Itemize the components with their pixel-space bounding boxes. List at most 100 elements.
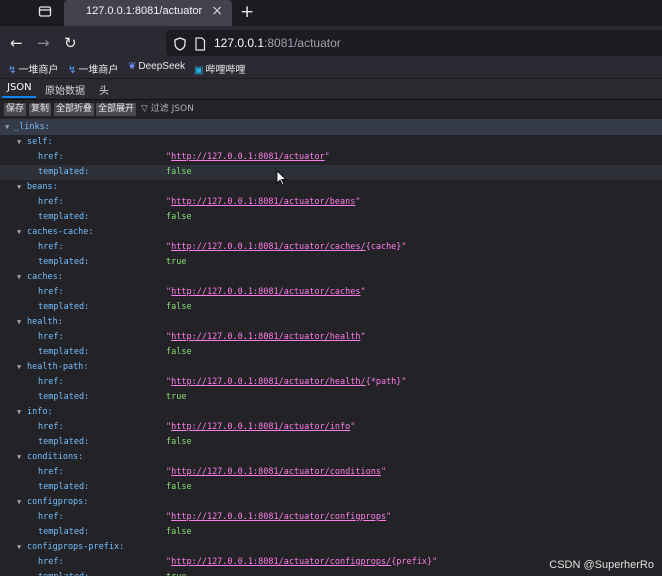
- tree-row-group[interactable]: ▼ conditions:: [0, 450, 662, 465]
- page-icon[interactable]: [194, 36, 206, 51]
- href-link[interactable]: http://127.0.0.1:8081/actuator/condition…: [171, 467, 381, 477]
- filter-json-input[interactable]: ▽ 过滤 JSON: [141, 103, 194, 116]
- json-key: configprops:: [27, 497, 89, 507]
- new-tab-icon[interactable]: +: [240, 2, 254, 22]
- url-text[interactable]: 127.0.0.1:8081/actuator: [214, 36, 341, 50]
- collapse-all-button[interactable]: 全部折叠: [54, 103, 95, 116]
- tree-row-templated[interactable]: templated: false: [0, 525, 662, 540]
- expand-toggle-icon[interactable]: ▼: [17, 405, 25, 420]
- expand-toggle-icon[interactable]: ▼: [17, 495, 25, 510]
- json-string-value[interactable]: "http://127.0.0.1:8081/actuator/info": [166, 420, 355, 435]
- tree-row-group[interactable]: ▼ caches-cache:: [0, 225, 662, 240]
- expand-toggle-icon[interactable]: ▼: [17, 270, 25, 285]
- json-key: templated:: [38, 347, 90, 357]
- json-boolean-value: false: [166, 212, 192, 222]
- expand-toggle-icon[interactable]: ▼: [17, 225, 25, 240]
- link-icon: ↯: [68, 65, 77, 76]
- json-string-value[interactable]: "http://127.0.0.1:8081/actuator/conditio…: [166, 465, 386, 480]
- tree-row-href[interactable]: href: "http://127.0.0.1:8081/actuator/hea…: [0, 330, 662, 345]
- tree-row-templated[interactable]: templated: false: [0, 435, 662, 450]
- forward-icon[interactable]: →: [37, 34, 50, 52]
- json-key: templated:: [38, 392, 90, 402]
- expand-all-button[interactable]: 全部展开: [96, 103, 137, 116]
- json-key: href:: [38, 467, 64, 477]
- active-tab[interactable]: 127.0.0.1:8081/actuator ×: [64, 0, 232, 26]
- href-link[interactable]: http://127.0.0.1:8081/actuator/configpro…: [171, 557, 391, 567]
- href-link[interactable]: http://127.0.0.1:8081/actuator/health: [171, 332, 360, 342]
- json-boolean-value: true: [166, 392, 187, 402]
- tab-json[interactable]: JSON: [7, 82, 32, 93]
- bookmark-item[interactable]: ▣ 哔哩哔哩: [194, 61, 245, 76]
- tab-headers[interactable]: 头: [99, 82, 109, 97]
- href-link[interactable]: http://127.0.0.1:8081/actuator/configpro…: [171, 512, 386, 522]
- tab-list-icon[interactable]: [36, 4, 54, 20]
- back-icon[interactable]: ←: [10, 34, 23, 52]
- expand-toggle-icon[interactable]: ▼: [17, 540, 25, 555]
- href-link[interactable]: http://127.0.0.1:8081/actuator: [171, 152, 325, 162]
- json-string-value[interactable]: "http://127.0.0.1:8081/actuator/configpr…: [166, 510, 391, 525]
- bookmark-item[interactable]: ↯ 一堆商户: [8, 61, 58, 76]
- expand-toggle-icon[interactable]: ▼: [17, 360, 25, 375]
- tree-row-href[interactable]: href: "http://127.0.0.1:8081/actuator": [0, 150, 662, 165]
- expand-toggle-icon[interactable]: ▼: [17, 450, 25, 465]
- json-string-value[interactable]: "http://127.0.0.1:8081/actuator/beans": [166, 195, 360, 210]
- url-bar[interactable]: 127.0.0.1:8081/actuator: [166, 30, 662, 56]
- tree-row-href[interactable]: href: "http://127.0.0.1:8081/actuator/inf…: [0, 420, 662, 435]
- expand-toggle-icon[interactable]: ▼: [17, 315, 25, 330]
- tree-row-group[interactable]: ▼ beans:: [0, 180, 662, 195]
- tree-row-group[interactable]: ▼ configprops-prefix:: [0, 540, 662, 555]
- json-string-value[interactable]: "http://127.0.0.1:8081/actuator/health": [166, 330, 366, 345]
- tree-row-templated[interactable]: templated: false: [0, 345, 662, 360]
- href-link[interactable]: http://127.0.0.1:8081/actuator/beans: [171, 197, 355, 207]
- tree-row-href[interactable]: href: "http://127.0.0.1:8081/actuator/cac…: [0, 240, 662, 255]
- url-host: 127.0.0.1: [214, 36, 265, 50]
- href-link[interactable]: http://127.0.0.1:8081/actuator/caches/: [171, 242, 365, 252]
- json-key: href:: [38, 422, 64, 432]
- tree-row-href[interactable]: href: "http://127.0.0.1:8081/actuator/con…: [0, 465, 662, 480]
- tree-row-group[interactable]: ▼ health:: [0, 315, 662, 330]
- tree-row-templated[interactable]: templated: true: [0, 255, 662, 270]
- tree-row-href[interactable]: href: "http://127.0.0.1:8081/actuator/cac…: [0, 285, 662, 300]
- href-link[interactable]: http://127.0.0.1:8081/actuator/health/: [171, 377, 365, 387]
- tree-row-templated[interactable]: templated: false: [0, 210, 662, 225]
- bookmark-item[interactable]: ❦ DeepSeek: [128, 61, 185, 72]
- tree-row-templated[interactable]: templated: true: [0, 390, 662, 405]
- tree-row-templated[interactable]: templated: false: [0, 480, 662, 495]
- json-viewer-tabs: JSON 原始数据 头: [0, 79, 662, 100]
- bilibili-icon: ▣: [194, 65, 204, 76]
- json-string-value[interactable]: "http://127.0.0.1:8081/actuator/health/{…: [166, 375, 407, 390]
- json-boolean-value: false: [166, 527, 192, 537]
- watermark: CSDN @SuperherRo: [549, 559, 654, 571]
- shield-icon[interactable]: [174, 36, 186, 51]
- json-key: href:: [38, 332, 64, 342]
- json-string-value[interactable]: "http://127.0.0.1:8081/actuator/configpr…: [166, 555, 437, 570]
- tree-row-group[interactable]: ▼ configprops:: [0, 495, 662, 510]
- json-string-value[interactable]: "http://127.0.0.1:8081/actuator/caches": [166, 285, 366, 300]
- href-link[interactable]: http://127.0.0.1:8081/actuator/caches: [171, 287, 360, 297]
- json-string-value[interactable]: "http://127.0.0.1:8081/actuator": [166, 150, 330, 165]
- json-key: href:: [38, 287, 64, 297]
- expand-toggle-icon[interactable]: ▼: [5, 120, 13, 135]
- close-tab-icon[interactable]: ×: [211, 3, 223, 19]
- reload-icon[interactable]: ↻: [64, 34, 77, 52]
- expand-toggle-icon[interactable]: ▼: [17, 180, 25, 195]
- tree-row-group[interactable]: ▼ self:: [0, 135, 662, 150]
- tree-row-root[interactable]: ▼ _links:: [0, 120, 662, 135]
- tree-row-group[interactable]: ▼ health-path:: [0, 360, 662, 375]
- json-key: info:: [27, 407, 53, 417]
- tree-row-group[interactable]: ▼ info:: [0, 405, 662, 420]
- save-button[interactable]: 保存: [4, 103, 27, 116]
- json-key: href:: [38, 242, 64, 252]
- json-string-value[interactable]: "http://127.0.0.1:8081/actuator/caches/{…: [166, 240, 407, 255]
- tab-raw-data[interactable]: 原始数据: [45, 82, 85, 97]
- tree-row-templated[interactable]: templated: false: [0, 300, 662, 315]
- expand-toggle-icon[interactable]: ▼: [17, 135, 25, 150]
- bookmark-item[interactable]: ↯ 一堆商户: [68, 61, 118, 76]
- tree-row-href[interactable]: href: "http://127.0.0.1:8081/actuator/bea…: [0, 195, 662, 210]
- tree-row-templated[interactable]: templated: false: [0, 165, 662, 180]
- copy-button[interactable]: 复制: [29, 103, 52, 116]
- tree-row-group[interactable]: ▼ caches:: [0, 270, 662, 285]
- tree-row-href[interactable]: href: "http://127.0.0.1:8081/actuator/hea…: [0, 375, 662, 390]
- href-link[interactable]: http://127.0.0.1:8081/actuator/info: [171, 422, 350, 432]
- tree-row-href[interactable]: href: "http://127.0.0.1:8081/actuator/con…: [0, 510, 662, 525]
